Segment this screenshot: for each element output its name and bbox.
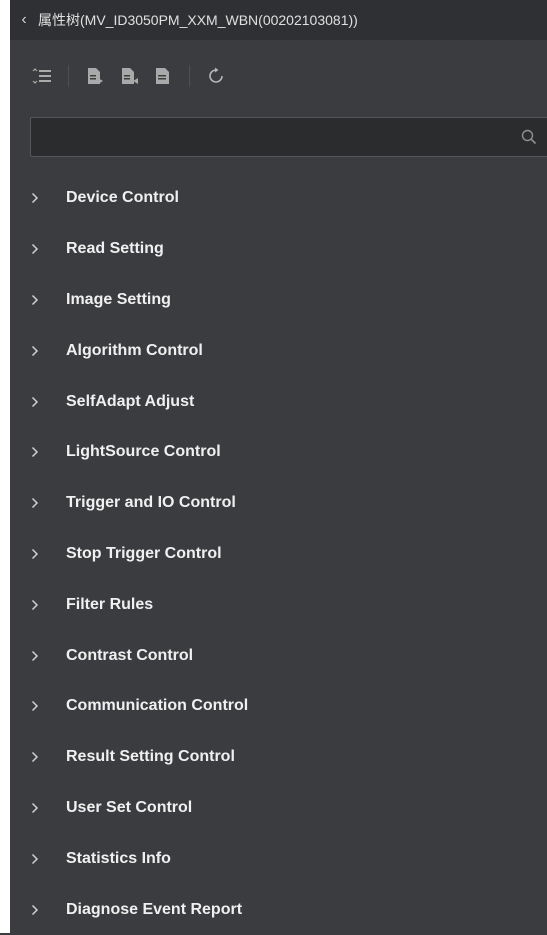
import-file-icon[interactable] xyxy=(83,64,107,88)
tree-node[interactable]: User Set Control xyxy=(10,783,547,834)
tree-node[interactable]: Communication Control xyxy=(10,681,547,732)
tree-node-label: Result Setting Control xyxy=(66,748,235,766)
chevron-right-icon[interactable] xyxy=(31,192,53,204)
tree-node[interactable]: Read Setting xyxy=(10,224,547,275)
tree-node-label: Contrast Control xyxy=(66,646,194,664)
toolbar-divider xyxy=(68,65,69,87)
property-tree: Device Control Read Setting Image Setting A… xyxy=(10,173,547,935)
tree-node-label: Read Setting xyxy=(66,240,164,258)
expand-collapse-list-icon[interactable] xyxy=(30,64,54,88)
tree-node[interactable]: Contrast Control xyxy=(10,630,547,681)
chevron-right-icon[interactable] xyxy=(31,853,53,865)
tree-node[interactable]: Trigger and IO Control xyxy=(10,478,547,529)
chevron-right-icon[interactable] xyxy=(31,650,53,662)
tree-node[interactable]: Device Control xyxy=(10,173,547,224)
chevron-right-icon[interactable] xyxy=(31,446,53,458)
chevron-right-icon[interactable] xyxy=(31,751,53,763)
tree-node-label: LightSource Control xyxy=(66,443,221,461)
tree-node-label: Device Control xyxy=(66,189,179,207)
tree-node[interactable]: Stop Trigger Control xyxy=(10,529,547,580)
tree-node-label: Filter Rules xyxy=(66,595,154,613)
tree-node-label: Statistics Info xyxy=(66,849,171,867)
tree-node[interactable]: Statistics Info xyxy=(10,833,547,884)
refresh-icon[interactable] xyxy=(204,64,228,88)
chevron-right-icon[interactable] xyxy=(31,243,53,255)
tree-node-label: Stop Trigger Control xyxy=(66,544,222,562)
chevron-right-icon[interactable] xyxy=(31,396,53,408)
document-icon[interactable] xyxy=(151,64,175,88)
tree-node[interactable]: LightSource Control xyxy=(10,427,547,478)
tree-node-label: User Set Control xyxy=(66,798,193,816)
chevron-right-icon[interactable] xyxy=(31,497,53,509)
tree-node-label: Image Setting xyxy=(66,290,171,308)
tree-node[interactable]: Filter Rules xyxy=(10,579,547,630)
tree-node-label: Algorithm Control xyxy=(66,341,203,359)
tree-node[interactable]: Image Setting xyxy=(10,275,547,326)
chevron-right-icon[interactable] xyxy=(31,599,53,611)
search-icon[interactable] xyxy=(509,118,547,156)
tree-node[interactable]: Diagnose Event Report xyxy=(10,884,547,935)
export-file-icon[interactable] xyxy=(117,64,141,88)
tree-node[interactable]: Algorithm Control xyxy=(10,325,547,376)
tree-node[interactable]: Result Setting Control xyxy=(10,732,547,783)
titlebar: ‹ 属性树(MV_ID3050PM_XXM_WBN(00202103081)) xyxy=(10,0,547,40)
window-edge xyxy=(0,0,10,933)
chevron-right-icon[interactable] xyxy=(31,345,53,357)
chevron-right-icon[interactable] xyxy=(31,548,53,560)
toolbar-divider xyxy=(189,65,190,87)
panel-title: 属性树(MV_ID3050PM_XXM_WBN(00202103081)) xyxy=(38,12,358,28)
chevron-right-icon[interactable] xyxy=(31,904,53,916)
tree-node-label: Communication Control xyxy=(66,697,249,715)
chevron-left-icon[interactable]: ‹ xyxy=(10,11,38,29)
search-input[interactable] xyxy=(31,117,509,157)
tree-node[interactable]: SelfAdapt Adjust xyxy=(10,376,547,427)
chevron-right-icon[interactable] xyxy=(31,294,53,306)
tree-node-label: Trigger and IO Control xyxy=(66,494,236,512)
tree-node-label: Diagnose Event Report xyxy=(66,900,243,918)
chevron-right-icon[interactable] xyxy=(31,700,53,712)
toolbar xyxy=(10,40,547,112)
chevron-right-icon[interactable] xyxy=(31,802,53,814)
search-box xyxy=(30,117,547,157)
tree-node-label: SelfAdapt Adjust xyxy=(66,392,195,410)
